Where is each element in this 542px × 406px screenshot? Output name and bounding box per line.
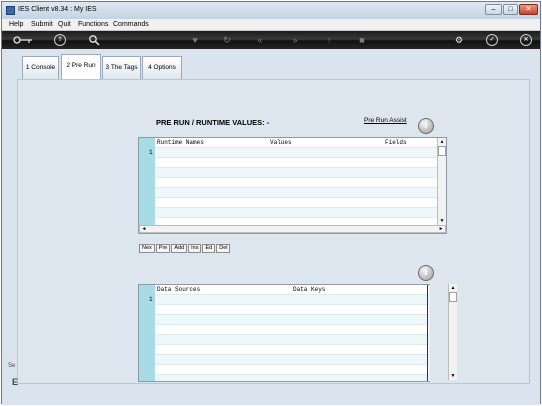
delete-button[interactable]: Del: [216, 244, 231, 253]
next-button[interactable]: Nex: [139, 244, 155, 253]
data-sources-grid[interactable]: Data Sources Data Keys 1: [138, 284, 430, 382]
table-row[interactable]: [155, 374, 427, 381]
menu-quit[interactable]: Quit: [58, 21, 71, 28]
left-edge-label: Se: [8, 363, 16, 369]
row-number: 1: [149, 149, 153, 156]
scroll-right-arrow[interactable]: ►: [437, 226, 445, 232]
column-header-data-keys[interactable]: Data Keys: [293, 286, 325, 293]
grid-header: Runtime Names Values Fields: [155, 138, 446, 147]
scroll-up-arrow[interactable]: ▲: [449, 284, 457, 292]
insert-button[interactable]: Ins: [188, 244, 202, 253]
window-title: IES Client v8.34 : My IES: [18, 6, 97, 13]
column-header-fields[interactable]: Fields: [385, 139, 407, 146]
column-header-runtime-names[interactable]: Runtime Names: [157, 139, 204, 146]
key-icon[interactable]: [13, 34, 33, 46]
app-window: IES Client v8.34 : My IES – □ ✕ Help Sub…: [1, 1, 541, 405]
help-icon[interactable]: ?: [54, 34, 66, 46]
menu-help[interactable]: Help: [9, 21, 23, 28]
row-number: 1: [149, 296, 153, 303]
table-row[interactable]: [155, 304, 427, 314]
divider: [427, 285, 430, 381]
table-row[interactable]: [155, 167, 446, 177]
scroll-left-arrow[interactable]: ◄: [140, 226, 148, 232]
section-title: PRE RUN / RUNTIME VALUES: -: [156, 118, 270, 127]
table-row[interactable]: [155, 314, 427, 324]
upload-icon[interactable]: ↑: [323, 34, 335, 46]
vertical-scrollbar[interactable]: ▲ ▼: [437, 138, 446, 225]
table-row[interactable]: [155, 364, 427, 374]
tab-the-tags[interactable]: 3 The Tags: [102, 56, 141, 79]
table-row[interactable]: [155, 324, 427, 334]
fast-forward-icon[interactable]: »: [289, 34, 301, 46]
edit-button[interactable]: Ed: [202, 244, 216, 253]
previous-button[interactable]: Pre: [155, 244, 171, 253]
table-row[interactable]: [155, 344, 427, 354]
minimize-button[interactable]: –: [485, 4, 502, 15]
column-header-values[interactable]: Values: [270, 139, 292, 146]
check-icon[interactable]: ✓: [486, 34, 498, 46]
tab-bar: 1 Console 2 Pre Run 3 The Tags 4 Options: [2, 49, 540, 79]
status-bar: [2, 396, 540, 405]
search-icon[interactable]: [88, 34, 100, 46]
table-row[interactable]: [155, 157, 446, 167]
info-icon[interactable]: i: [418, 265, 434, 281]
pre-run-assist-link[interactable]: Pre Run Assist: [364, 117, 407, 124]
table-row[interactable]: [155, 197, 446, 207]
heart-icon[interactable]: ♥: [189, 34, 201, 46]
column-header-data-sources[interactable]: Data Sources: [157, 286, 200, 293]
table-row[interactable]: [155, 294, 427, 304]
table-row[interactable]: [155, 354, 427, 364]
scroll-up-arrow[interactable]: ▲: [438, 138, 446, 146]
scroll-down-arrow[interactable]: ▼: [438, 217, 446, 225]
table-row[interactable]: [155, 207, 446, 217]
pre-run-panel: PRE RUN / RUNTIME VALUES: - Pre Run Assi…: [17, 79, 530, 384]
close-icon[interactable]: ✕: [520, 34, 532, 46]
close-window-button[interactable]: ✕: [519, 4, 538, 15]
maximize-button[interactable]: □: [503, 4, 518, 15]
add-button[interactable]: Add: [171, 244, 188, 253]
horizontal-scrollbar[interactable]: ◄ ►: [139, 225, 446, 233]
toolbar: ? ♥ ↻ « » ↑ ■ ⚙ ✓ ✕: [2, 31, 540, 49]
scrollbar-thumb[interactable]: [449, 292, 457, 302]
table-row[interactable]: [155, 177, 446, 187]
scroll-down-arrow[interactable]: ▼: [449, 372, 457, 380]
vertical-scrollbar[interactable]: ▲ ▼: [448, 284, 457, 380]
tab-options[interactable]: 4 Options: [142, 56, 182, 79]
grid-button-bar: Nex Pre Add Ins Ed Del: [139, 244, 231, 253]
info-icon[interactable]: i: [418, 118, 434, 134]
rewind-icon[interactable]: «: [254, 34, 266, 46]
refresh-icon[interactable]: ↻: [221, 34, 233, 46]
scrollbar-thumb[interactable]: [438, 146, 446, 156]
tab-console[interactable]: 1 Console: [22, 56, 59, 79]
menu-submit[interactable]: Submit: [31, 21, 53, 28]
settings-icon[interactable]: ⚙: [453, 34, 465, 46]
menu-commands[interactable]: Commands: [113, 21, 149, 28]
table-row[interactable]: [155, 334, 427, 344]
grid-header: Data Sources Data Keys: [155, 285, 429, 294]
table-row[interactable]: [155, 187, 446, 197]
left-edge-label: E: [12, 377, 19, 387]
menu-functions[interactable]: Functions: [78, 21, 108, 28]
tab-pre-run[interactable]: 2 Pre Run: [61, 54, 101, 79]
runtime-values-grid[interactable]: Runtime Names Values Fields 1 ▲ ▼ ◄ ►: [138, 137, 447, 234]
app-icon: [6, 6, 15, 15]
title-bar: IES Client v8.34 : My IES – □ ✕: [2, 2, 540, 19]
stop-icon[interactable]: ■: [356, 34, 368, 46]
menu-bar: Help Submit Quit Functions Commands: [2, 19, 540, 31]
table-row[interactable]: [155, 147, 446, 157]
